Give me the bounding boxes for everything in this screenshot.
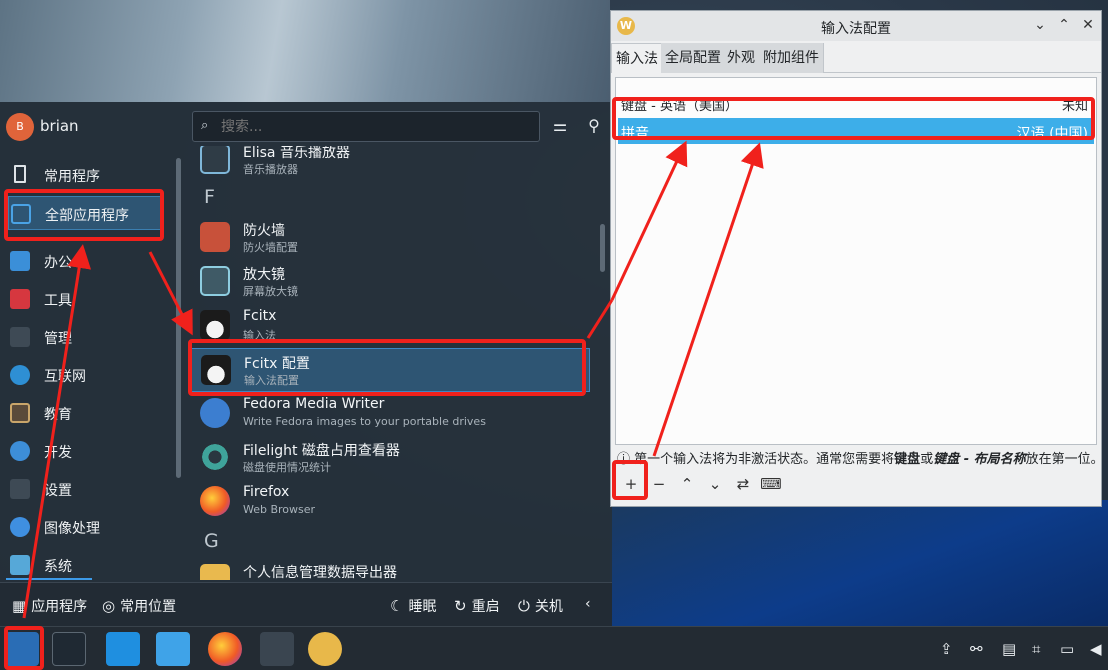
arrow-launcher-to-allapps bbox=[22, 244, 92, 619]
arrow-fcitx-to-dialog bbox=[586, 299, 614, 339]
annotation-arrows bbox=[22, 140, 764, 619]
arrow-add-to-pinyin bbox=[652, 142, 764, 457]
arrow-allapps-to-fcitx bbox=[148, 251, 193, 336]
arrow-to-pinyin-1 bbox=[610, 140, 688, 301]
